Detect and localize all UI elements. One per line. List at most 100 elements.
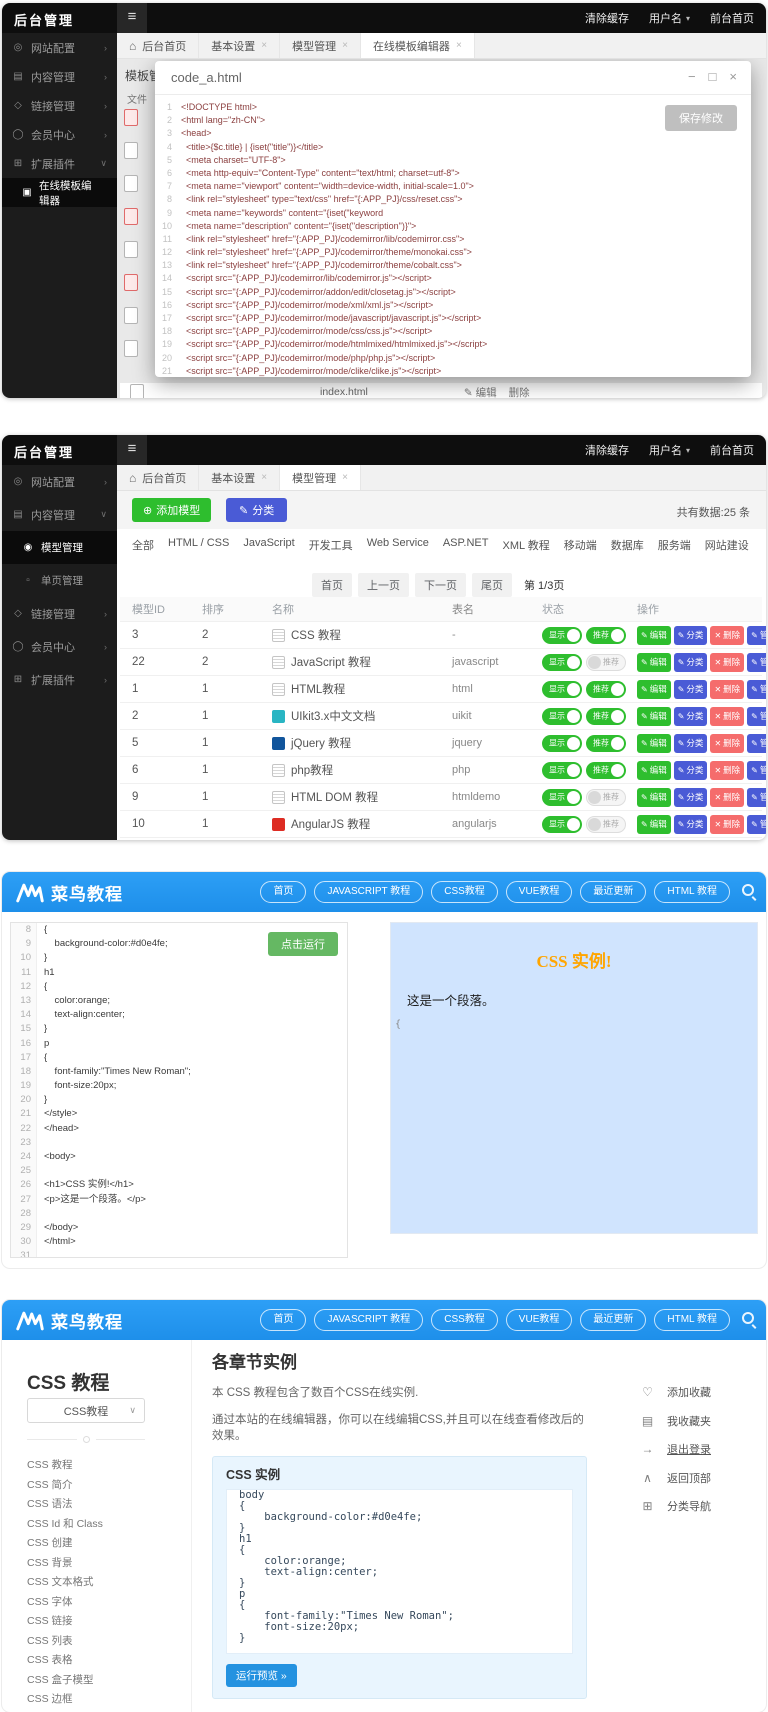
chapter-link[interactable]: CSS 边框: [27, 1691, 144, 1706]
close-icon[interactable]: ×: [342, 40, 348, 51]
site-logo[interactable]: 菜鸟教程: [16, 1308, 123, 1333]
category-tab[interactable]: 全部: [132, 537, 154, 558]
nav-pill[interactable]: CSS教程: [431, 881, 498, 903]
nav-pill[interactable]: JAVASCRIPT 教程: [314, 881, 423, 903]
category-tab[interactable]: 数据库: [611, 537, 644, 558]
chapter-link[interactable]: CSS 列表: [27, 1633, 144, 1648]
nav-pill[interactable]: 首页: [260, 1309, 306, 1331]
search-icon[interactable]: [742, 884, 754, 896]
show-toggle[interactable]: 显示: [542, 762, 582, 779]
edit-button[interactable]: ✎编辑: [637, 734, 671, 753]
tab-backend-home[interactable]: ⌂后台首页: [117, 33, 199, 58]
username-menu[interactable]: 用户名▾: [649, 442, 690, 458]
file-edit-link[interactable]: ✎ 编辑: [464, 385, 497, 399]
show-toggle[interactable]: 显示: [542, 627, 582, 644]
classify-button[interactable]: ✎分类: [226, 498, 287, 522]
sidebar-item[interactable]: ▤ 内容管理 ∨: [2, 498, 117, 531]
chapter-link[interactable]: CSS 链接: [27, 1613, 144, 1628]
manage-button[interactable]: ✎管理: [747, 815, 766, 834]
manage-button[interactable]: ✎管理: [747, 788, 766, 807]
quick-action[interactable]: ∧ 返回顶部: [640, 1470, 711, 1486]
category-tab[interactable]: 开发工具: [309, 537, 353, 558]
tab-backend-home[interactable]: ⌂后台首页: [117, 465, 199, 490]
category-tab[interactable]: JavaScript: [243, 537, 294, 558]
tab-basic-settings[interactable]: 基本设置×: [199, 33, 280, 58]
classify-button[interactable]: ✎分类: [674, 707, 708, 726]
file-icon[interactable]: [124, 307, 138, 324]
sidebar-item[interactable]: ⊞ 扩展插件 ∨: [2, 149, 117, 178]
sidebar-item[interactable]: ◇ 链接管理 ›: [2, 91, 117, 120]
save-changes-button[interactable]: 保存修改: [665, 105, 737, 131]
show-toggle[interactable]: 显示: [542, 708, 582, 725]
front-home-link[interactable]: 前台首页: [710, 10, 754, 26]
recommend-toggle[interactable]: 推荐: [586, 762, 626, 779]
classify-button[interactable]: ✎分类: [674, 626, 708, 645]
classify-button[interactable]: ✎分类: [674, 680, 708, 699]
delete-button[interactable]: ✕删除: [710, 707, 744, 726]
category-tab[interactable]: 网站建设: [705, 537, 749, 558]
chapter-link[interactable]: CSS 简介: [27, 1477, 144, 1492]
tab-basic-settings[interactable]: 基本设置×: [199, 465, 280, 490]
edit-button[interactable]: ✎编辑: [637, 680, 671, 699]
delete-button[interactable]: ✕删除: [710, 653, 744, 672]
search-icon[interactable]: [742, 1312, 754, 1324]
file-delete-link[interactable]: 删除: [509, 385, 530, 399]
chapter-link[interactable]: CSS 背景: [27, 1555, 144, 1570]
close-icon[interactable]: ×: [261, 40, 267, 51]
sidebar-item[interactable]: ◉ 模型管理: [2, 531, 117, 564]
nav-pill[interactable]: HTML 教程: [654, 881, 730, 903]
quick-action[interactable]: ♡ 添加收藏: [640, 1384, 711, 1400]
quick-action[interactable]: → 退出登录: [640, 1441, 711, 1457]
show-toggle[interactable]: 显示: [542, 681, 582, 698]
recommend-toggle[interactable]: 推荐: [586, 708, 626, 725]
edit-button[interactable]: ✎编辑: [637, 707, 671, 726]
nav-pill[interactable]: JAVASCRIPT 教程: [314, 1309, 423, 1331]
chapter-link[interactable]: CSS 教程: [27, 1457, 144, 1472]
manage-button[interactable]: ✎管理: [747, 626, 766, 645]
category-tab[interactable]: XML 教程: [503, 537, 550, 558]
file-icon[interactable]: [124, 142, 138, 159]
classify-button[interactable]: ✎分类: [674, 761, 708, 780]
delete-button[interactable]: ✕删除: [710, 761, 744, 780]
classify-button[interactable]: ✎分类: [674, 734, 708, 753]
nav-pill[interactable]: VUE教程: [506, 1309, 573, 1331]
file-icon[interactable]: [124, 274, 138, 291]
manage-button[interactable]: ✎管理: [747, 680, 766, 699]
recommend-toggle[interactable]: 推荐: [586, 627, 626, 644]
site-logo[interactable]: 菜鸟教程: [16, 880, 123, 905]
delete-button[interactable]: ✕删除: [710, 788, 744, 807]
chapter-link[interactable]: CSS 创建: [27, 1535, 144, 1550]
classify-button[interactable]: ✎分类: [674, 653, 708, 672]
code-editor-panel[interactable]: 点击运行 8 { 9 background-color:#d0e4fe; 10 …: [10, 922, 348, 1258]
file-icon[interactable]: [124, 109, 138, 126]
nav-pill[interactable]: 最近更新: [580, 881, 646, 903]
recommend-toggle[interactable]: 推荐: [586, 735, 626, 752]
classify-button[interactable]: ✎分类: [674, 788, 708, 807]
tab-online-template-editor[interactable]: 在线模板编辑器×: [361, 33, 475, 58]
recommend-toggle[interactable]: 推荐: [586, 789, 626, 806]
edit-button[interactable]: ✎编辑: [637, 815, 671, 834]
clear-cache-link[interactable]: 清除缓存: [585, 442, 629, 458]
maximize-icon[interactable]: □: [709, 69, 717, 84]
recommend-toggle[interactable]: 推荐: [586, 681, 626, 698]
edit-button[interactable]: ✎编辑: [637, 626, 671, 645]
sidebar-item[interactable]: ◎ 网站配置 ›: [2, 465, 117, 498]
file-icon[interactable]: [124, 340, 138, 357]
edit-button[interactable]: ✎编辑: [637, 761, 671, 780]
chapter-link[interactable]: CSS 语法: [27, 1496, 144, 1511]
chapter-link[interactable]: CSS Id 和 Class: [27, 1516, 144, 1531]
sidebar-item[interactable]: ⊞ 扩展插件 ›: [2, 663, 117, 696]
show-toggle[interactable]: 显示: [542, 816, 582, 833]
file-icon[interactable]: [124, 175, 138, 192]
show-toggle[interactable]: 显示: [542, 735, 582, 752]
delete-button[interactable]: ✕删除: [710, 815, 744, 834]
quick-action[interactable]: ⊞ 分类导航: [640, 1498, 711, 1514]
show-toggle[interactable]: 显示: [542, 654, 582, 671]
front-home-link[interactable]: 前台首页: [710, 442, 754, 458]
chapter-link[interactable]: CSS 字体: [27, 1594, 144, 1609]
edit-button[interactable]: ✎编辑: [637, 788, 671, 807]
nav-pill[interactable]: 首页: [260, 881, 306, 903]
pager-button[interactable]: 下一页: [415, 573, 466, 597]
username-menu[interactable]: 用户名▾: [649, 10, 690, 26]
manage-button[interactable]: ✎管理: [747, 761, 766, 780]
